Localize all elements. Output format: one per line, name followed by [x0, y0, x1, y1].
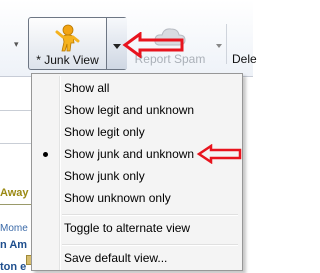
menu-separator	[62, 214, 238, 216]
list-item-mome[interactable]: Mome	[0, 223, 28, 234]
junk-view-split-button: * Junk View	[28, 17, 127, 70]
list-item-sender[interactable]: n Am	[0, 239, 27, 251]
junk-person-icon	[55, 24, 80, 52]
menu-item-show-all[interactable]: Show all	[34, 78, 240, 99]
menu-item-label: Show legit only	[64, 125, 145, 139]
menu-item-label: Show junk only	[64, 169, 145, 183]
menu-item-show-unknown-only[interactable]: Show unknown only	[34, 188, 240, 209]
menu-item-label: Show junk and unknown	[64, 147, 195, 161]
junk-view-button[interactable]: * Junk View	[29, 18, 106, 69]
menu-item-toggle-alternate-view[interactable]: Toggle to alternate view	[34, 218, 240, 239]
chevron-down-icon	[113, 44, 121, 49]
annotation-arrow-icon	[196, 144, 242, 164]
toolbar-separator	[226, 24, 227, 64]
previous-dropdown-caret-icon[interactable]: ▾	[14, 40, 19, 49]
report-spam-caret-icon[interactable]	[216, 44, 222, 48]
menu-item-save-default-view[interactable]: Save default view...	[34, 248, 240, 269]
menu-item-show-legit-and-unknown[interactable]: Show legit and unknown	[34, 100, 240, 121]
menu-item-label: Show all	[64, 81, 110, 95]
annotation-arrow-icon	[122, 32, 184, 58]
junk-view-label: * Junk View	[36, 53, 99, 67]
radio-bullet-icon	[43, 152, 48, 157]
menu-item-show-junk-only[interactable]: Show junk only	[34, 166, 240, 187]
menu-item-label: Save default view...	[64, 251, 168, 265]
menu-item-show-legit-only[interactable]: Show legit only	[34, 122, 240, 143]
list-item-sender-2[interactable]: ton e	[0, 261, 26, 273]
menu-item-label: Show legit and unknown	[64, 103, 195, 117]
junk-view-menu: Show all Show legit and unknown Show leg…	[31, 73, 243, 271]
menu-item-label: Show unknown only	[64, 191, 171, 205]
menu-separator	[62, 244, 238, 246]
menu-item-label: Toggle to alternate view	[64, 221, 191, 235]
delete-button[interactable]: Dele	[232, 52, 257, 66]
list-item-away[interactable]: Away	[0, 187, 29, 199]
